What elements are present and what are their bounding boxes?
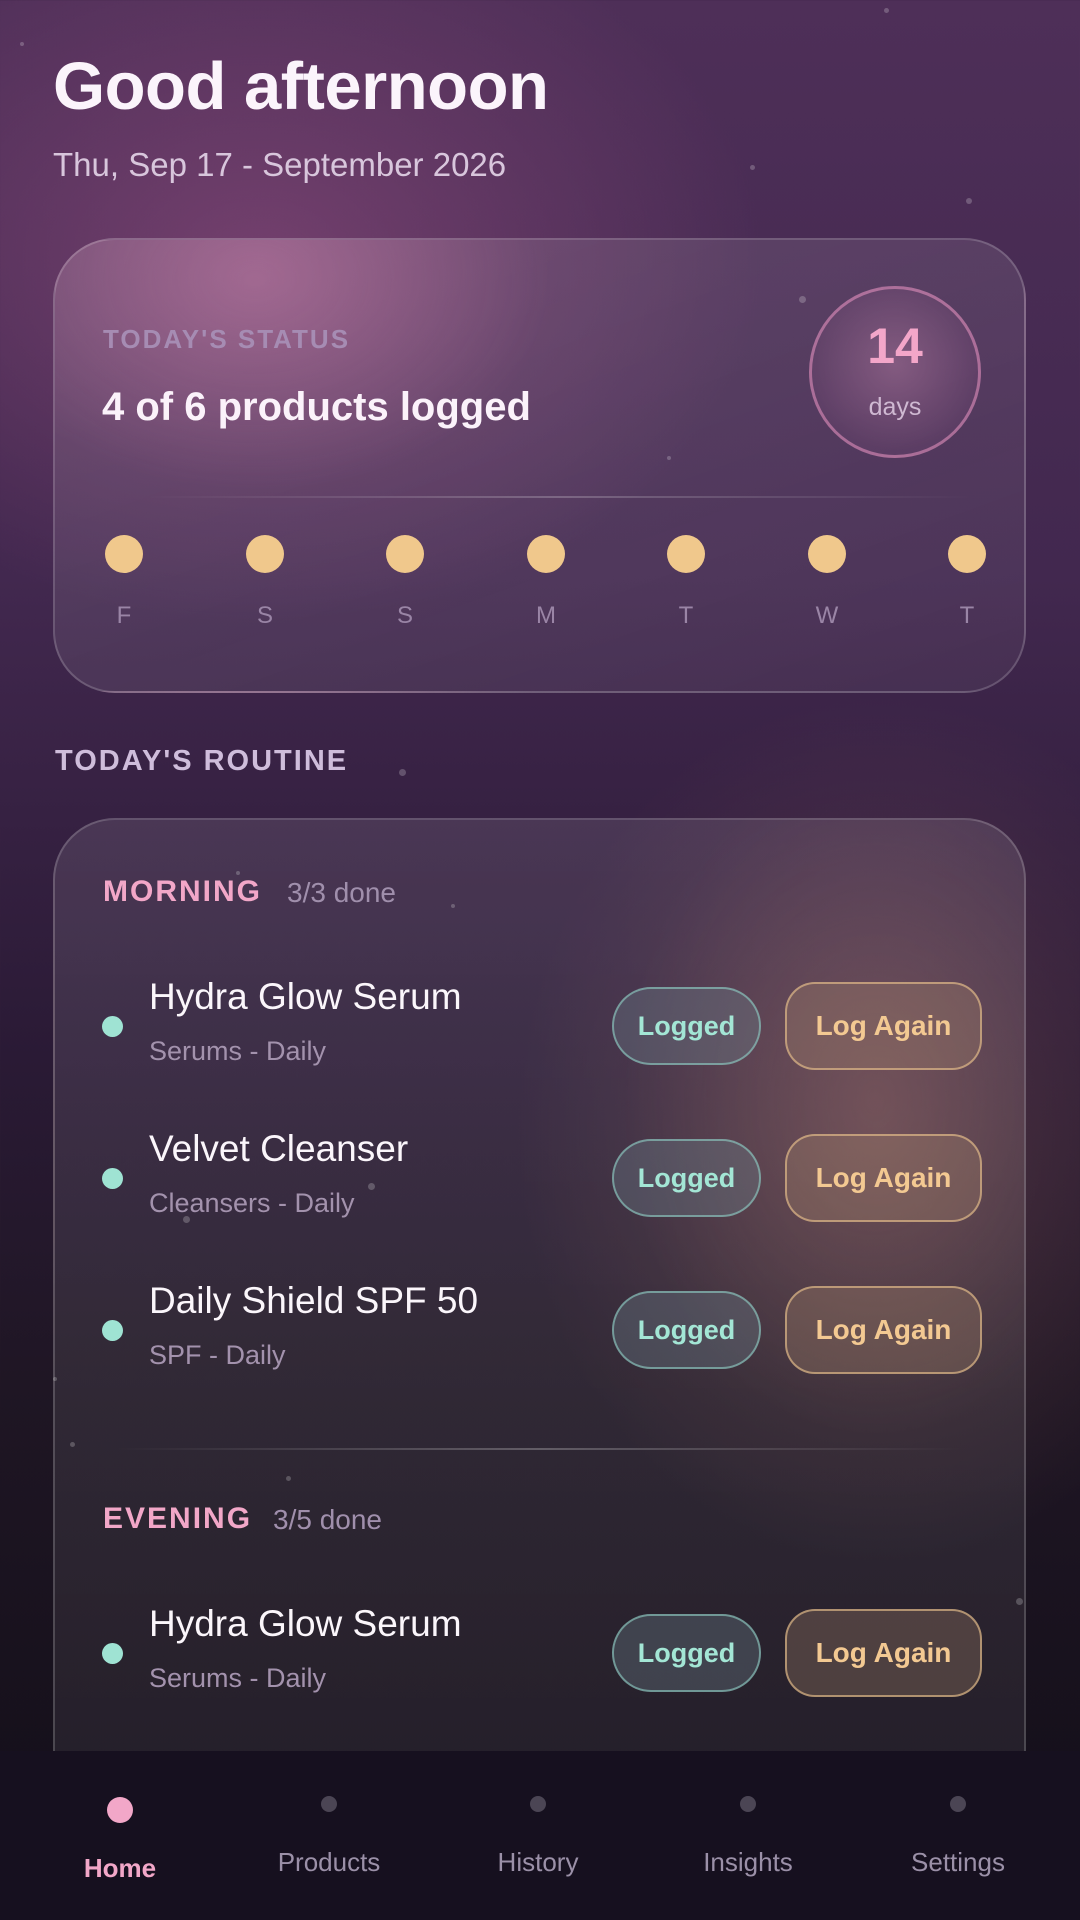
tab-insights[interactable]: Insights xyxy=(643,1751,853,1920)
divider xyxy=(115,1448,964,1450)
product-meta: SPF - Daily xyxy=(149,1340,286,1370)
streak-badge[interactable]: 14 days xyxy=(809,286,981,458)
week-day[interactable]: F xyxy=(94,535,154,630)
product-name: Hydra Glow Serum xyxy=(149,1603,462,1644)
week-day-label: S xyxy=(396,602,413,629)
routine-item[interactable]: Hydra Glow Serum Serums - Daily Logged L… xyxy=(55,976,1028,1076)
product-meta: Serums - Daily xyxy=(149,1036,327,1066)
tab-label: History xyxy=(497,1847,579,1877)
day-complete-dot-icon xyxy=(105,535,143,573)
logged-button[interactable]: Logged xyxy=(612,1614,761,1692)
products-dot-icon xyxy=(321,1796,337,1812)
bottom-nav: Home Products History Insights Settings xyxy=(0,1751,1080,1920)
tab-history[interactable]: History xyxy=(433,1751,643,1920)
logged-status-dot-icon xyxy=(102,1320,123,1341)
tab-label: Home xyxy=(83,1853,157,1883)
day-complete-dot-icon xyxy=(386,535,424,573)
log-again-button[interactable]: Log Again xyxy=(785,1134,982,1222)
status-card: TODAY'S STATUS 4 of 6 products logged 14… xyxy=(53,238,1026,693)
tab-label: Settings xyxy=(911,1847,1005,1877)
logged-status-dot-icon xyxy=(102,1016,123,1037)
week-day-label: M xyxy=(536,602,556,629)
week-day[interactable]: S xyxy=(235,535,295,630)
product-meta: Serums - Daily xyxy=(149,1663,327,1693)
date-subtitle: Thu, Sep 17 - September 2026 xyxy=(53,146,507,183)
sparkle-decoration xyxy=(966,198,972,204)
logged-button[interactable]: Logged xyxy=(612,1139,761,1217)
sparkle-decoration xyxy=(399,769,406,776)
tab-label: Products xyxy=(277,1847,381,1877)
week-day-label: F xyxy=(116,602,132,629)
logged-button[interactable]: Logged xyxy=(612,1291,761,1369)
product-name: Velvet Cleanser xyxy=(149,1128,409,1169)
tab-products[interactable]: Products xyxy=(224,1751,434,1920)
insights-dot-icon xyxy=(740,1796,756,1812)
routine-heading: TODAY'S ROUTINE xyxy=(55,745,349,777)
log-again-button[interactable]: Log Again xyxy=(785,1286,982,1374)
week-day[interactable]: T xyxy=(656,535,716,630)
evening-section-title: EVENING xyxy=(103,1502,253,1535)
sparkle-decoration xyxy=(750,165,755,170)
log-again-button[interactable]: Log Again xyxy=(785,982,982,1070)
status-summary: 4 of 6 products logged xyxy=(102,385,531,429)
greeting-title: Good afternoon xyxy=(53,49,549,124)
sparkle-decoration xyxy=(20,42,24,46)
week-day[interactable]: S xyxy=(375,535,435,630)
week-day[interactable]: W xyxy=(797,535,857,630)
divider xyxy=(145,496,974,498)
tab-settings[interactable]: Settings xyxy=(853,1751,1063,1920)
week-day-label: T xyxy=(959,602,975,629)
morning-section-title: MORNING xyxy=(103,875,262,908)
week-day-label: S xyxy=(256,602,273,629)
streak-unit: days xyxy=(868,393,922,421)
day-complete-dot-icon xyxy=(246,535,284,573)
day-complete-dot-icon xyxy=(948,535,986,573)
routine-item[interactable]: Velvet Cleanser Cleansers - Daily Logged… xyxy=(55,1128,1028,1228)
tab-home[interactable]: Home xyxy=(15,1751,225,1920)
routine-item[interactable]: Daily Shield SPF 50 SPF - Daily Logged L… xyxy=(55,1280,1028,1380)
logged-status-dot-icon xyxy=(102,1643,123,1664)
product-meta: Cleansers - Daily xyxy=(149,1188,355,1218)
status-label: TODAY'S STATUS xyxy=(103,324,351,354)
morning-section-count: 3/3 done xyxy=(287,877,396,908)
log-again-button[interactable]: Log Again xyxy=(785,1609,982,1697)
day-complete-dot-icon xyxy=(667,535,705,573)
week-day[interactable]: M xyxy=(516,535,576,630)
day-complete-dot-icon xyxy=(808,535,846,573)
day-complete-dot-icon xyxy=(527,535,565,573)
history-dot-icon xyxy=(530,1796,546,1812)
home-dot-icon xyxy=(107,1797,133,1823)
streak-number: 14 xyxy=(867,318,923,374)
tab-label: Insights xyxy=(703,1847,793,1877)
settings-dot-icon xyxy=(950,1796,966,1812)
routine-item[interactable]: Hydra Glow Serum Serums - Daily Logged L… xyxy=(55,1603,1028,1703)
product-name: Hydra Glow Serum xyxy=(149,976,462,1017)
evening-section-count: 3/5 done xyxy=(273,1504,382,1535)
product-name: Daily Shield SPF 50 xyxy=(149,1280,479,1321)
week-tracker: F S S M T W T xyxy=(101,535,986,645)
week-day[interactable]: T xyxy=(937,535,997,630)
week-day-label: T xyxy=(678,602,694,629)
logged-button[interactable]: Logged xyxy=(612,987,761,1065)
week-day-label: W xyxy=(815,602,839,629)
sparkle-decoration xyxy=(884,8,889,13)
logged-status-dot-icon xyxy=(102,1168,123,1189)
